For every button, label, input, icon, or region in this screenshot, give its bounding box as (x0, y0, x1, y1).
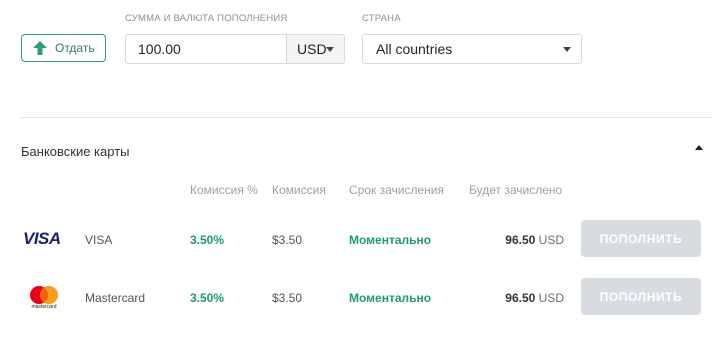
mastercard-logo: mastercard (26, 283, 62, 318)
give-button[interactable]: Отдать (21, 34, 106, 62)
amount-input[interactable] (125, 34, 287, 64)
country-select[interactable]: All countries (362, 34, 582, 64)
currency-select[interactable]: USD (286, 34, 345, 64)
method-name: Mastercard (85, 291, 146, 305)
chevron-down-icon (326, 47, 334, 52)
mastercard-wordmark: mastercard (31, 304, 57, 310)
method-name: VISA (85, 233, 113, 247)
country-label: СТРАНА (362, 13, 401, 24)
commission-amount: $3.50 (272, 233, 303, 247)
credited-currency: USD (538, 291, 564, 305)
deposit-button[interactable]: ПОПОЛНИТЬ (581, 278, 701, 315)
credited-value: 96.50 USD (444, 233, 564, 247)
commission-pct: 3.50% (190, 291, 225, 305)
credited-amount: 96.50 (505, 233, 536, 247)
term-value: Моментально (349, 233, 432, 247)
deposit-button[interactable]: ПОПОЛНИТЬ (581, 220, 701, 257)
commission-amount: $3.50 (272, 291, 303, 305)
column-header-term: Срок зачисления (349, 183, 444, 197)
visa-logo: VISA (23, 229, 61, 248)
column-header-commission-pct: Комиссия % (190, 183, 258, 197)
chevron-down-icon (563, 47, 571, 52)
collapse-toggle-icon[interactable] (695, 145, 703, 150)
section-title: Банковские карты (21, 144, 130, 159)
credited-amount: 96.50 (505, 291, 536, 305)
arrow-up-icon (33, 41, 47, 55)
divider (20, 117, 712, 118)
commission-pct: 3.50% (190, 233, 225, 247)
give-button-label: Отдать (55, 41, 95, 55)
credited-value: 96.50 USD (444, 291, 564, 305)
column-header-credited: Будет зачислено (469, 183, 563, 197)
amount-label: СУММА И ВАЛЮТА ПОПОЛНЕНИЯ (125, 13, 288, 24)
column-header-commission: Комиссия (272, 183, 326, 197)
currency-value: USD (297, 41, 327, 57)
credited-currency: USD (538, 233, 564, 247)
country-value: All countries (376, 41, 453, 57)
term-value: Моментально (349, 291, 432, 305)
